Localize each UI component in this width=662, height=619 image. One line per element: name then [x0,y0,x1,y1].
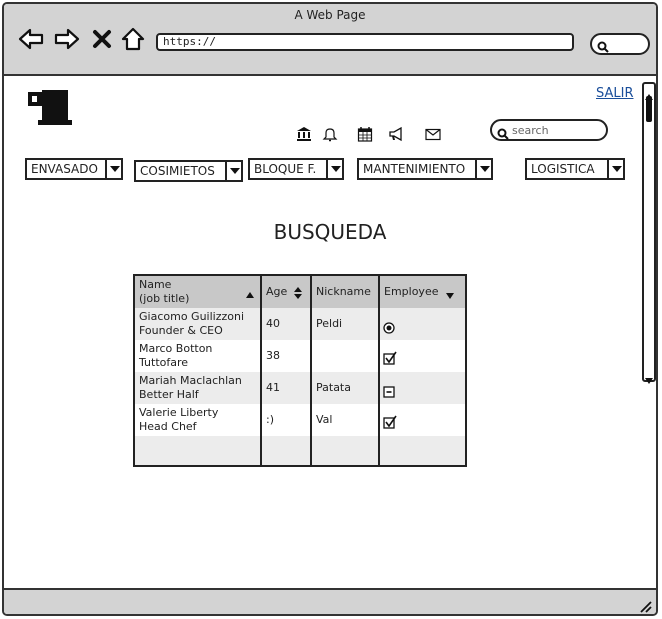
row-age: :) [266,413,274,426]
row-nickname [312,340,378,372]
menu-logistica[interactable]: LOGISTICA [525,158,625,180]
calendar-icon[interactable] [357,126,373,142]
menu-label: COSIMIETOS [140,164,215,178]
menu-label: ENVASADO [31,162,98,176]
row-name: Giacomo Guilizzoni [139,310,245,323]
column-divider [310,276,312,465]
window-title: A Web Page [294,8,366,22]
row-nickname: Peldi [316,317,343,330]
menu-label: MANTENIMIENTO [363,162,466,176]
row-title: Head Chef [139,420,197,433]
browser-search-field[interactable] [590,33,650,55]
menu-envasado[interactable]: ENVASADO [25,158,123,180]
scroll-down-arrow-icon[interactable] [645,370,653,384]
row-nickname: Patata [316,381,351,394]
search-icon [497,125,509,140]
scrollbar-thumb[interactable] [646,96,652,122]
chevron-down-icon [607,158,625,180]
sort-both-icon[interactable] [293,285,303,299]
sort-descending-icon[interactable] [445,287,455,299]
column-header-age[interactable]: Age [262,276,311,308]
row-nickname: Val [316,413,333,426]
page-content: SALIR search ENVASADO COSIMIETOS BLOQUE … [4,76,656,590]
table-row-empty [135,436,465,465]
employee-table: Name (job title) Age Nickname Employee G… [133,274,467,467]
column-divider [260,276,262,465]
megaphone-icon[interactable] [388,126,404,142]
row-title: Founder & CEO [139,324,223,337]
browser-window: A Web Page https:// SALIR search ENVASAD… [2,2,658,616]
logo-icon [26,86,72,126]
menu-label: BLOQUE F. [254,162,317,176]
column-header-name[interactable]: Name (job title) [135,276,260,308]
mail-icon[interactable] [425,126,441,142]
checkbox-checked-icon[interactable] [383,350,397,365]
chevron-down-icon [475,158,493,180]
chevron-down-icon [225,160,243,182]
back-arrow-icon[interactable] [18,26,44,52]
table-row[interactable]: Mariah Maclachlan Better Half 41 Patata [135,372,465,404]
row-name: Mariah Maclachlan [139,374,242,387]
url-input[interactable]: https:// [156,33,574,51]
menu-label: LOGISTICA [531,162,595,176]
stop-x-icon[interactable] [92,26,112,52]
table-row[interactable]: Marco Botton Tuttofare 38 [135,340,465,372]
sort-ascending-icon[interactable] [245,286,255,298]
chevron-down-icon [105,158,123,180]
row-name: Valerie Liberty [139,406,219,419]
table-row[interactable]: Valerie Liberty Head Chef :) Val [135,404,465,436]
site-search-input[interactable] [512,122,602,138]
bell-icon[interactable] [322,126,338,142]
menu-cosimietos[interactable]: COSIMIETOS [134,160,243,182]
row-title: Tuttofare [139,356,189,369]
site-search-field[interactable] [490,119,608,141]
table-header-row: Name (job title) Age Nickname Employee [135,276,465,308]
row-age: 40 [266,317,280,330]
row-age: 41 [266,381,280,394]
search-icon [597,38,609,53]
table-row[interactable]: Giacomo Guilizzoni Founder & CEO 40 Peld… [135,308,465,340]
column-divider [378,276,380,465]
menu-bloque-f[interactable]: BLOQUE F. [248,158,344,180]
column-header-nickname[interactable]: Nickname [312,276,378,308]
home-icon[interactable] [120,26,146,52]
checkbox-checked-icon[interactable] [383,414,397,429]
chevron-down-icon [326,158,344,180]
browser-statusbar [4,588,656,614]
row-name: Marco Botton [139,342,213,355]
row-title: Better Half [139,388,199,401]
resize-grip-icon[interactable] [638,598,652,613]
browser-titlebar: A Web Page https:// [4,4,656,76]
logout-link[interactable]: SALIR [596,86,634,101]
radio-selected-icon[interactable] [383,319,395,334]
bank-icon[interactable] [296,126,312,142]
row-age: 38 [266,349,280,362]
menu-mantenimiento[interactable]: MANTENIMIENTO [357,158,493,180]
forward-arrow-icon[interactable] [54,26,80,52]
page-title: BUSQUEDA [273,220,387,244]
scroll-up-arrow-icon[interactable] [645,86,653,100]
checkbox-indeterminate-icon[interactable] [383,383,395,398]
